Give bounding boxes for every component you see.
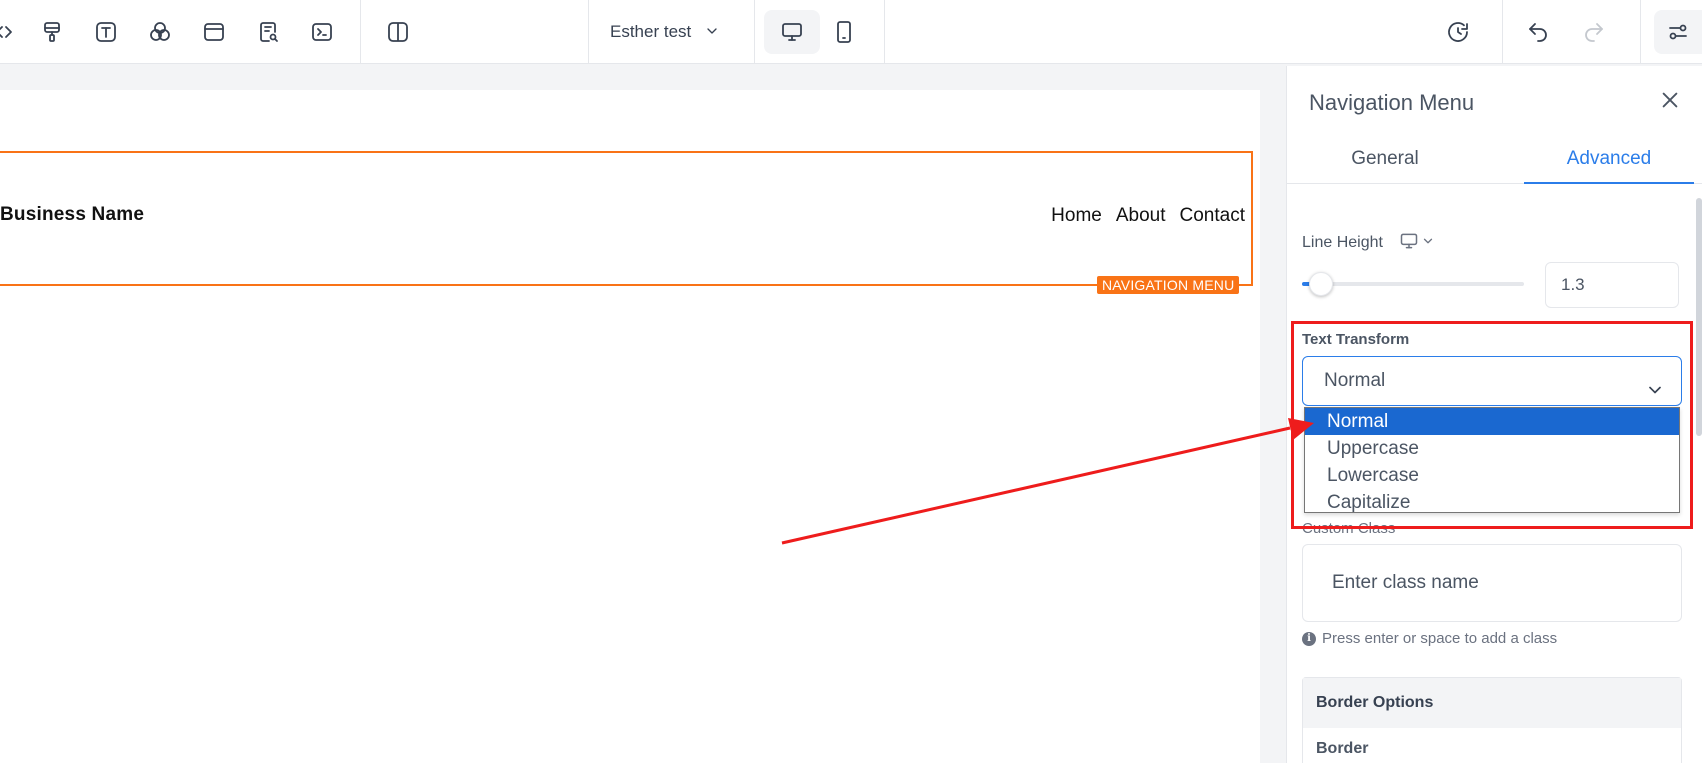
terminal-icon[interactable]: [304, 14, 340, 50]
site-selector-label: Esther test: [610, 22, 692, 41]
toolbar-divider: [588, 0, 589, 64]
panel-tabs: General Advanced: [1287, 142, 1702, 184]
text-icon[interactable]: [88, 14, 124, 50]
tab-advanced[interactable]: Advanced: [1524, 142, 1694, 184]
toolbar-divider: [754, 0, 755, 64]
panel-scrollbar[interactable]: [1696, 198, 1702, 436]
border-options-header[interactable]: Border Options: [1303, 678, 1681, 728]
option-lowercase[interactable]: Lowercase: [1305, 462, 1679, 489]
slider-thumb[interactable]: [1309, 272, 1333, 296]
desktop-icon[interactable]: [764, 10, 820, 54]
toolbar-divider: [884, 0, 885, 64]
chevron-down-icon: [704, 23, 720, 44]
border-label: Border: [1316, 740, 1369, 757]
custom-class-hint: i Press enter or space to add a class: [1302, 630, 1557, 647]
line-height-label: Line Height: [1302, 234, 1383, 251]
history-icon[interactable]: [1440, 14, 1476, 50]
text-transform-select[interactable]: Normal: [1302, 356, 1682, 406]
nav-link-about[interactable]: About: [1116, 205, 1166, 227]
line-height-input[interactable]: 1.3: [1545, 262, 1679, 308]
text-transform-options: Normal Uppercase Lowercase Capitalize: [1304, 407, 1680, 513]
panel-title: Navigation Menu: [1309, 90, 1475, 115]
undo-icon[interactable]: [1520, 14, 1556, 50]
element-type-tag: NAVIGATION MENU: [1097, 276, 1240, 294]
toolbar-divider: [1502, 0, 1503, 64]
line-height-slider[interactable]: [1302, 282, 1524, 286]
paint-roller-icon[interactable]: [34, 14, 70, 50]
custom-class-input[interactable]: Enter class name: [1302, 544, 1682, 622]
custom-class-label: Custom Class: [1302, 520, 1396, 537]
code-icon[interactable]: [0, 14, 22, 50]
toolbar-divider: [1640, 0, 1641, 64]
tab-general[interactable]: General: [1300, 142, 1470, 184]
border-options-section: Border Options Border: [1302, 677, 1682, 763]
info-icon: i: [1302, 631, 1316, 646]
chevron-down-icon: [1421, 234, 1435, 253]
nav-link-home[interactable]: Home: [1051, 205, 1102, 227]
split-view-icon[interactable]: [380, 14, 416, 50]
shapes-icon[interactable]: [142, 14, 178, 50]
nav-links: Home About Contact: [1051, 205, 1245, 227]
business-name[interactable]: Business Name: [0, 204, 144, 226]
desktop-icon: [1399, 231, 1419, 256]
close-icon[interactable]: [1656, 86, 1684, 114]
properties-panel: Navigation Menu General Advanced Line He…: [1286, 66, 1702, 763]
top-toolbar: Esther test: [0, 0, 1702, 64]
app-root: Esther test Business Name Home About Con…: [0, 0, 1702, 763]
redo-icon[interactable]: [1576, 14, 1612, 50]
layout-icon[interactable]: [196, 14, 232, 50]
toolbar-divider: [360, 0, 361, 64]
device-toggle[interactable]: [1399, 231, 1435, 256]
text-transform-value: Normal: [1324, 370, 1386, 391]
settings-sliders-icon[interactable]: [1654, 10, 1702, 54]
option-uppercase[interactable]: Uppercase: [1305, 435, 1679, 462]
option-capitalize[interactable]: Capitalize: [1305, 489, 1679, 516]
text-transform-label: Text Transform: [1302, 331, 1410, 348]
page-search-icon[interactable]: [250, 14, 286, 50]
custom-class-hint-text: Press enter or space to add a class: [1322, 630, 1558, 647]
nav-link-contact[interactable]: Contact: [1180, 205, 1245, 227]
site-selector[interactable]: Esther test: [592, 14, 742, 50]
mobile-icon[interactable]: [826, 14, 862, 50]
option-normal[interactable]: Normal: [1305, 408, 1679, 435]
